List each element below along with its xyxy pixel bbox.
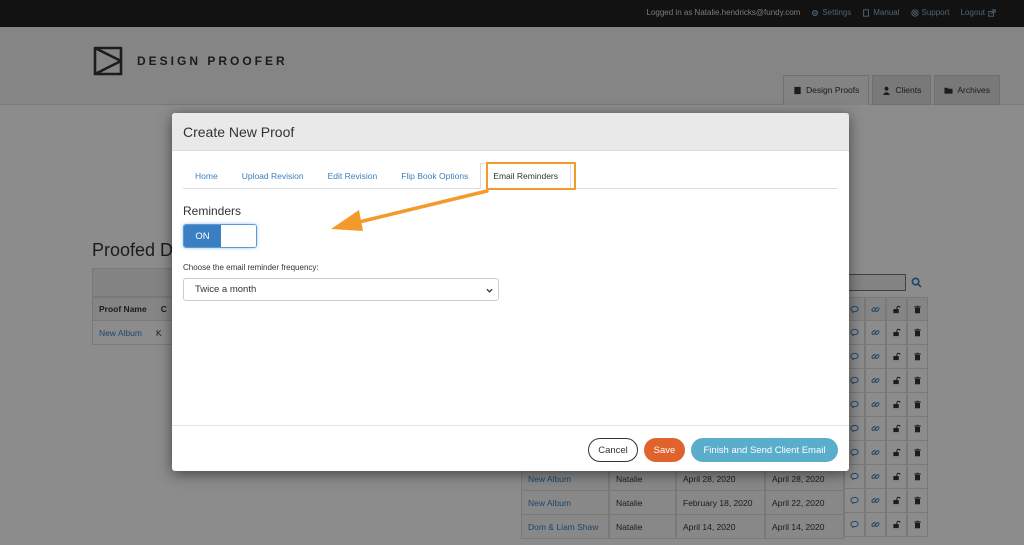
cancel-button[interactable]: Cancel xyxy=(588,438,638,462)
frequency-label: Choose the email reminder frequency: xyxy=(183,263,319,272)
reminders-toggle[interactable]: ON xyxy=(183,224,257,248)
save-button[interactable]: Save xyxy=(644,438,685,462)
finish-send-email-button[interactable]: Finish and Send Client Email xyxy=(691,438,838,462)
email-reminders-highlight xyxy=(486,162,576,190)
modal-footer: Cancel Save Finish and Send Client Email xyxy=(172,425,849,471)
annotation-arrow-icon xyxy=(331,189,489,231)
reminders-heading: Reminders xyxy=(183,204,242,218)
modal-title: Create New Proof xyxy=(183,123,295,140)
tab-home[interactable]: Home xyxy=(183,163,230,189)
tab-upload-revision[interactable]: Upload Revision xyxy=(230,163,316,189)
modal-header: Create New Proof xyxy=(172,113,849,151)
chevron-down-icon xyxy=(486,288,493,293)
toggle-on-state: ON xyxy=(184,225,221,247)
frequency-select[interactable]: Twice a month xyxy=(183,278,499,301)
toggle-handle xyxy=(221,225,256,247)
frequency-select-value: Twice a month xyxy=(195,284,257,295)
